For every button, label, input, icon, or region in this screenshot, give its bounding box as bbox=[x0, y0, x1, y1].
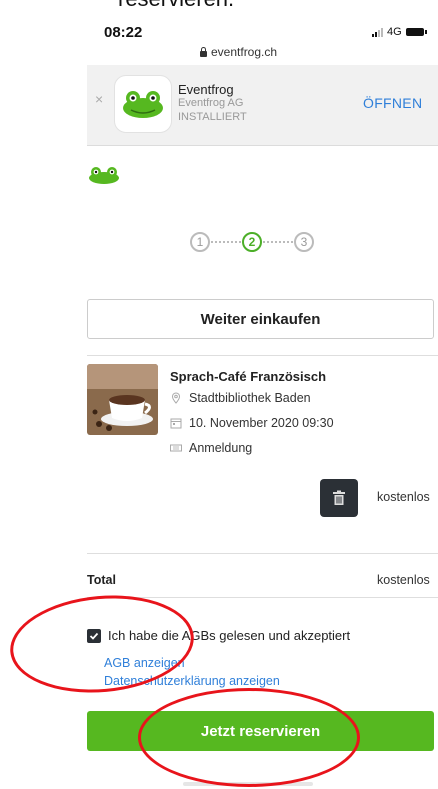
total-label: Total bbox=[87, 573, 116, 587]
step-2-active: 2 bbox=[242, 232, 262, 252]
event-title[interactable]: Sprach-Café Französisch bbox=[170, 369, 326, 384]
signal-icon bbox=[372, 27, 383, 37]
checkout-steps: 1 2 3 bbox=[190, 232, 314, 252]
banner-company: Eventfrog AG bbox=[178, 97, 244, 109]
url-bar[interactable]: eventfrog.ch bbox=[200, 45, 277, 59]
banner-app-name: Eventfrog bbox=[178, 82, 234, 97]
step-1: 1 bbox=[190, 232, 210, 252]
network-label: 4G bbox=[387, 26, 402, 38]
annotation-circle-reserve bbox=[138, 688, 360, 787]
event-location: Stadtbibliothek Baden bbox=[189, 391, 311, 405]
status-time: 08:22 bbox=[104, 24, 143, 41]
event-date-row: 10. November 2020 09:30 bbox=[170, 416, 334, 430]
lock-icon bbox=[200, 46, 207, 57]
item-price: kostenlos bbox=[377, 490, 430, 504]
frog-logo-icon[interactable] bbox=[87, 165, 121, 190]
close-icon[interactable]: × bbox=[95, 91, 103, 107]
banner-status: INSTALLIERT bbox=[178, 111, 247, 123]
coffee-cup-image bbox=[87, 364, 158, 435]
divider bbox=[87, 355, 438, 356]
ticket-icon bbox=[170, 444, 182, 452]
continue-shopping-button[interactable]: Weiter einkaufen bbox=[87, 299, 434, 339]
step-connector bbox=[211, 241, 241, 243]
frog-app-icon bbox=[114, 75, 172, 133]
caption-text: reservieren. bbox=[118, 0, 234, 12]
status-indicators: 4G bbox=[372, 26, 427, 38]
event-location-row: Stadtbibliothek Baden bbox=[170, 391, 311, 405]
delete-button[interactable] bbox=[320, 479, 358, 517]
location-pin-icon bbox=[171, 392, 181, 404]
step-3: 3 bbox=[294, 232, 314, 252]
calendar-icon bbox=[170, 418, 182, 429]
event-ticket-type: Anmeldung bbox=[189, 441, 253, 455]
step-connector bbox=[263, 241, 293, 243]
trash-icon bbox=[333, 490, 345, 505]
battery-icon bbox=[405, 28, 427, 36]
open-app-button[interactable]: ÖFFNEN bbox=[363, 95, 422, 111]
divider bbox=[87, 553, 438, 554]
app-banner: × Eventfrog Eventfrog AG INSTALLIERT ÖFF… bbox=[87, 65, 438, 146]
event-ticket-row: Anmeldung bbox=[170, 441, 252, 455]
event-datetime: 10. November 2020 09:30 bbox=[189, 416, 334, 430]
url-text: eventfrog.ch bbox=[211, 45, 278, 59]
total-value: kostenlos bbox=[377, 573, 430, 587]
